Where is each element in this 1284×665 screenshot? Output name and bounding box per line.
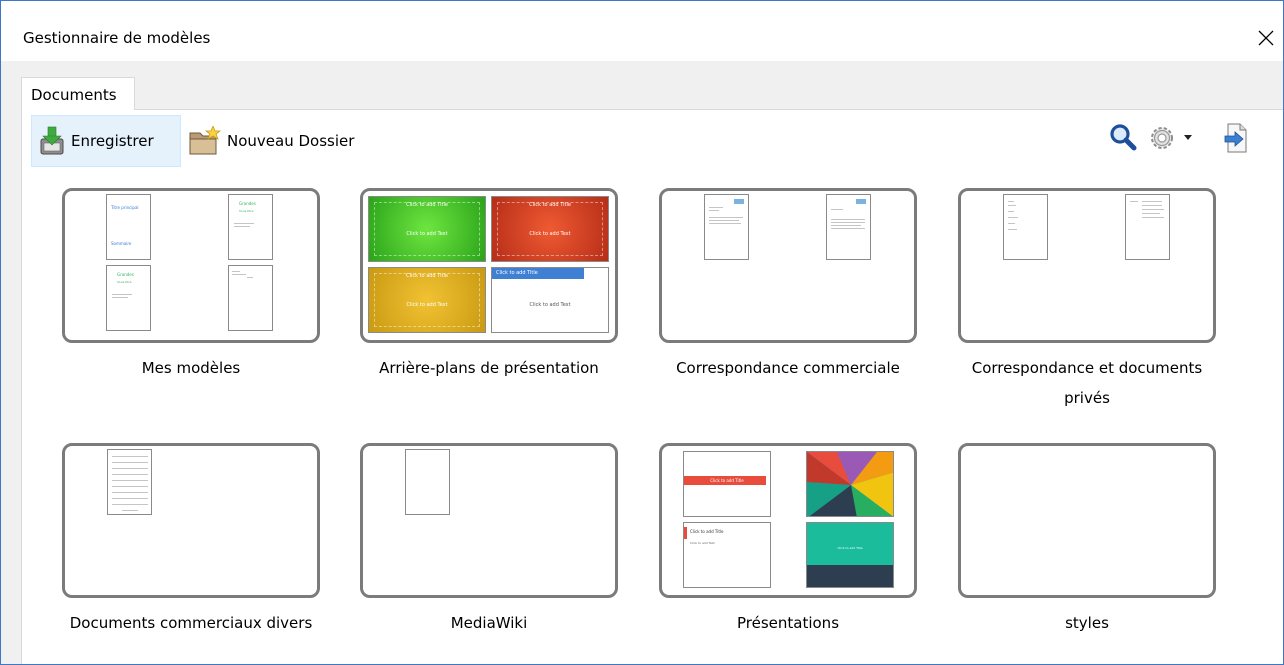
search-icon (1110, 124, 1137, 151)
thumb-slide-text: Click to add Title (690, 529, 724, 534)
tab-documents[interactable]: Documents (21, 77, 135, 110)
window-title: Gestionnaire de modèles (23, 29, 211, 47)
folder-label: styles (1065, 614, 1109, 632)
close-icon (1258, 30, 1274, 46)
close-button[interactable] (1251, 23, 1281, 53)
thumb-slide-text: Click to add Title (837, 546, 863, 550)
folder-thumbnail (659, 188, 917, 343)
thumb-slide-text: Click to add Title (406, 202, 448, 208)
thumb-slide-text: Click to add Text (529, 231, 571, 237)
thumb-slide: Click to add Title (806, 522, 894, 588)
folder-label: Correspondance et documents privés (971, 359, 1203, 407)
thumb-slide-red: Click to add Title Click to add Text (491, 196, 609, 262)
gear-icon (1151, 127, 1173, 149)
new-folder-button[interactable]: Nouveau Dossier (185, 115, 385, 167)
save-button-label: Enregistrer (71, 132, 154, 150)
thumb-doc-text: Sous-titre (239, 209, 254, 213)
folder-thumbnail (958, 188, 1216, 343)
thumb-doc-text: Grandes (117, 272, 134, 277)
thumb-doc: Grandes Sous-titre (228, 194, 273, 260)
template-manager-window: Gestionnaire de modèles Documents Enregi… (0, 0, 1284, 665)
new-folder-button-label: Nouveau Dossier (227, 132, 355, 150)
thumb-doc-text: Sous-titre (117, 280, 132, 284)
thumb-slide-blue: Click to add Title Click to add Text (491, 267, 609, 333)
thumb-slide-text: Click to add Text (529, 302, 571, 308)
title-bar: Gestionnaire de modèles (1, 1, 1283, 61)
thumb-doc-text: Grandes (239, 201, 256, 206)
thumb-doc (1125, 194, 1170, 260)
folder-label: Documents commerciaux divers (69, 614, 313, 632)
settings-button[interactable] (1147, 123, 1192, 157)
dropdown-arrow-icon[interactable] (1184, 135, 1192, 141)
folder-thumbnail (958, 443, 1216, 598)
thumb-doc: Grandes Sous-titre (106, 265, 151, 331)
folder-label: Mes modèles (141, 359, 241, 377)
thumb-doc-text: Titre principal (111, 205, 139, 210)
import-button[interactable] (1224, 123, 1248, 157)
new-folder-icon (189, 126, 221, 155)
tab-documents-label: Documents (31, 86, 117, 104)
folder-thumbnail (360, 443, 618, 598)
thumb-slide-yellow: Click to add Title Click to add Text (368, 267, 486, 333)
save-button[interactable]: Enregistrer (31, 115, 181, 167)
thumb-slide-text: Click to add Title (710, 478, 744, 483)
thumb-slide-text: Click to add Title (529, 202, 571, 208)
thumb-slide-text: Click to add Title (406, 273, 448, 279)
documents-panel: Enregistrer Nouveau Dossier Titre princi… (21, 109, 1283, 664)
thumb-doc (228, 265, 273, 331)
thumb-doc (1003, 194, 1048, 260)
folder-label: MediaWiki (450, 614, 528, 632)
thumb-slide: Click to add Title Click to add Text (683, 522, 771, 588)
search-button[interactable] (1109, 123, 1137, 155)
thumb-doc (826, 194, 871, 260)
folder-thumbnail: Click to add Title Click to add Title Cl… (659, 443, 917, 598)
thumb-slide: Click to add Title (683, 451, 771, 517)
save-icon (40, 126, 64, 155)
client-area: Documents Enregistrer Nouveau Dossier Ti… (1, 61, 1283, 664)
thumb-slide-text: Click to add Title (496, 270, 538, 276)
thumb-doc-text: Sommaire (111, 241, 132, 246)
thumb-slide-text: Click to add Text (406, 231, 448, 237)
thumb-doc (107, 449, 152, 515)
import-icon (1224, 123, 1247, 153)
thumb-doc: Titre principal Sommaire (106, 194, 151, 260)
folder-thumbnail: Click to add Title Click to add Text Cli… (360, 188, 618, 343)
folder-thumbnail (62, 443, 320, 598)
thumb-slide-green: Click to add Title Click to add Text (368, 196, 486, 262)
thumb-slide-text: Click to add Text (406, 302, 448, 308)
folder-label: Correspondance commerciale (676, 359, 900, 377)
folder-label: Présentations (736, 614, 840, 632)
folder-thumbnail: Titre principal Sommaire Grandes Sous-ti… (62, 188, 320, 343)
thumb-doc (405, 449, 450, 515)
thumb-slide (806, 451, 894, 517)
thumb-slide-text: Click to add Text (690, 541, 715, 545)
thumb-doc (704, 194, 749, 260)
folder-label: Arrière-plans de présentation (379, 359, 599, 377)
